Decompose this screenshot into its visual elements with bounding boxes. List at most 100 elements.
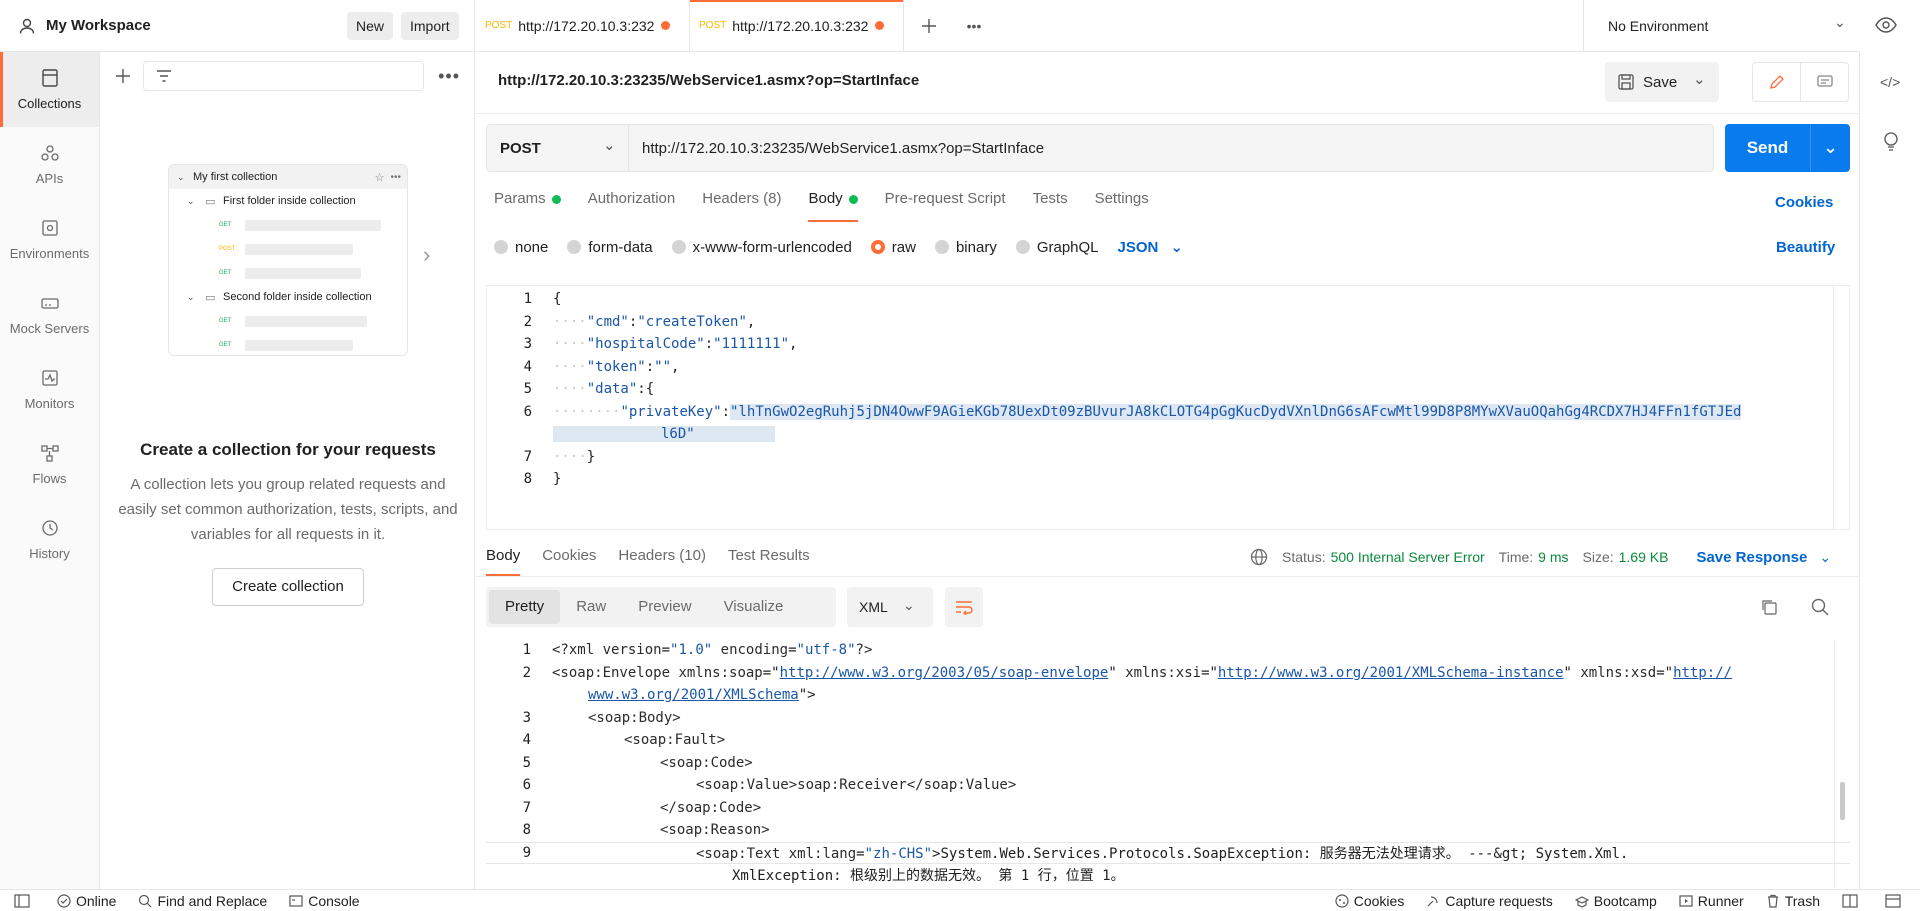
eye-icon[interactable] — [1875, 16, 1897, 37]
tab-options-icon[interactable]: ••• — [954, 0, 994, 51]
rail-item-flows[interactable]: Flows — [0, 427, 99, 502]
runner-button[interactable]: Runner — [1679, 893, 1744, 909]
comment-mode-button[interactable] — [1801, 63, 1848, 101]
format-preview[interactable]: Preview — [622, 590, 707, 624]
check-circle-icon — [57, 893, 71, 908]
tab-authorization[interactable]: Authorization — [588, 190, 676, 222]
divider — [476, 113, 1859, 114]
filter-input[interactable] — [142, 61, 425, 91]
rail-label: Mock Servers — [9, 321, 90, 336]
find-replace-button[interactable]: Find and Replace — [138, 893, 267, 909]
import-button[interactable]: Import — [401, 12, 459, 40]
rail-item-collections[interactable]: Collections — [0, 52, 99, 127]
toggle-sidebar-icon[interactable] — [14, 893, 35, 908]
scrollbar[interactable] — [1833, 286, 1849, 529]
url-input[interactable]: http://172.20.10.3:23235/WebService1.asm… — [629, 124, 1714, 172]
request-body-editor[interactable]: 1{ 2 ····"cmd":"createToken", 3 ····"hospi… — [486, 285, 1850, 530]
folder-icon: ▭ — [205, 195, 216, 208]
help-icon[interactable] — [1885, 893, 1906, 908]
method-select[interactable]: POST ⌄ — [486, 124, 629, 172]
status-value[interactable]: 500 Internal Server Error — [1331, 549, 1485, 565]
radio-none[interactable]: none — [494, 239, 548, 256]
rail-item-environments[interactable]: Environments — [0, 202, 99, 277]
pencil-icon — [1769, 75, 1784, 89]
tab-settings[interactable]: Settings — [1095, 190, 1149, 222]
right-rail: </> — [1859, 52, 1920, 889]
tab-pre-request-script[interactable]: Pre-request Script — [885, 190, 1006, 222]
create-collection-button[interactable]: Create collection — [212, 568, 364, 606]
cookies-link[interactable]: Cookies — [1775, 194, 1833, 211]
placeholder-bar — [245, 219, 381, 231]
response-language-select[interactable]: XML ⌄ — [847, 587, 933, 627]
chevron-down-icon[interactable]: ⌄ — [1693, 70, 1706, 88]
rail-item-mock-servers[interactable]: Mock Servers — [0, 277, 99, 352]
save-response-button[interactable]: Save Response — [1696, 549, 1807, 566]
history-icon — [41, 520, 58, 536]
send-button[interactable]: Send ⌄ — [1725, 124, 1850, 172]
format-pretty[interactable]: Pretty — [489, 590, 561, 624]
tab-tests[interactable]: Tests — [1033, 190, 1068, 222]
rail-item-history[interactable]: History — [0, 502, 99, 577]
bootcamp-button[interactable]: Bootcamp — [1574, 892, 1657, 909]
radio-urlencoded[interactable]: x-www-form-urlencoded — [671, 239, 852, 256]
save-button[interactable]: Save ⌄ — [1605, 62, 1719, 102]
radio-graphql[interactable]: GraphQL — [1015, 239, 1099, 256]
edit-mode-button[interactable] — [1753, 63, 1801, 101]
globe-icon[interactable] — [1250, 548, 1268, 566]
trash-button[interactable]: Trash — [1766, 893, 1820, 909]
environment-select[interactable]: No Environment ⌄ — [1583, 0, 1859, 52]
response-tab-test-results[interactable]: Test Results — [728, 547, 810, 564]
console-button[interactable]: Console — [289, 893, 360, 909]
code-line: 8 <soap:Reason> — [486, 819, 1850, 842]
request-title[interactable]: http://172.20.10.3:23235/WebService1.asm… — [498, 72, 919, 89]
tab-label: Tests — [1032, 190, 1068, 207]
capture-requests-button[interactable]: Capture requests — [1426, 893, 1553, 909]
response-body-viewer[interactable]: 1 <?xml version="1.0" encoding="utf-8"?> … — [486, 639, 1850, 888]
tab-body[interactable]: Body — [808, 190, 858, 222]
response-tab-headers[interactable]: Headers (10) — [618, 547, 706, 564]
format-raw[interactable]: Raw — [560, 590, 622, 624]
more-options-icon[interactable]: ••• — [438, 66, 460, 87]
lightbulb-icon[interactable] — [1881, 130, 1901, 152]
request-tab[interactable]: POST http://172.20.10.3:232 — [476, 0, 690, 51]
online-status[interactable]: Online — [57, 893, 116, 909]
chevron-down-icon[interactable]: ⌄ — [1819, 549, 1831, 566]
language-select[interactable]: JSON ⌄ — [1118, 238, 1183, 257]
chevron-right-icon[interactable]: › — [423, 242, 430, 268]
request-tab-active[interactable]: POST http://172.20.10.3:232 — [690, 0, 904, 51]
code-icon[interactable]: </> — [1880, 74, 1900, 90]
time-value[interactable]: 9 ms — [1538, 549, 1568, 565]
radio-raw[interactable]: raw — [870, 239, 916, 256]
line-number: 1 — [523, 291, 532, 308]
two-pane-icon[interactable] — [1842, 893, 1863, 908]
rail-item-monitors[interactable]: Monitors — [0, 352, 99, 427]
copy-icon[interactable] — [1760, 598, 1778, 616]
scrollbar[interactable] — [1834, 639, 1850, 888]
line-number: 9 — [522, 844, 531, 861]
new-button[interactable]: New — [347, 12, 394, 40]
size-value[interactable]: 1.69 KB — [1619, 549, 1669, 565]
line-number: 3 — [523, 336, 532, 353]
code-text: <?xml version="1.0" encoding="utf-8"?> — [552, 642, 873, 659]
tab-params[interactable]: Params — [494, 190, 561, 222]
wrap-lines-button[interactable] — [945, 587, 983, 627]
rail-item-apis[interactable]: APIs — [0, 127, 99, 202]
plus-icon[interactable] — [115, 68, 131, 84]
chevron-down-icon[interactable]: ⌄ — [1810, 124, 1850, 172]
response-tab-body[interactable]: Body — [486, 547, 521, 576]
radio-form-data[interactable]: form-data — [567, 239, 653, 256]
workspace-title[interactable]: My Workspace — [46, 17, 151, 34]
format-visualize[interactable]: Visualize — [708, 590, 800, 624]
status-label: Bootcamp — [1593, 892, 1657, 909]
code-text: ····"data":{ — [553, 381, 655, 398]
search-icon[interactable] — [1810, 597, 1830, 617]
scrollbar-thumb[interactable] — [1840, 782, 1845, 820]
beautify-link[interactable]: Beautify — [1776, 239, 1835, 256]
cookies-button[interactable]: Cookies — [1335, 893, 1404, 909]
preview-folder-row: ⌄ ▭ First folder inside collection — [169, 189, 407, 213]
radio-binary[interactable]: binary — [934, 239, 997, 256]
new-tab-button[interactable] — [904, 0, 954, 51]
tab-headers[interactable]: Headers (8) — [702, 190, 781, 222]
response-tab-cookies[interactable]: Cookies — [542, 547, 596, 564]
line-number: 5 — [522, 754, 531, 771]
